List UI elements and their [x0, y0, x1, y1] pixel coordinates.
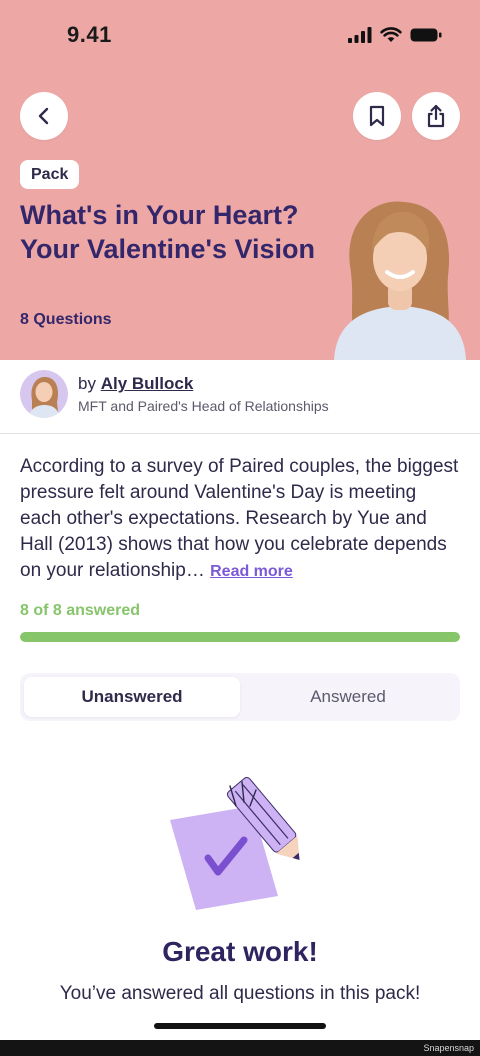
footer-bar [0, 1040, 480, 1056]
home-indicator [154, 1023, 326, 1029]
author-role: MFT and Paired's Head of Relationships [78, 398, 329, 414]
status-time: 9.41 [67, 22, 112, 47]
pack-badge: Pack [20, 160, 80, 189]
author-avatar[interactable] [20, 370, 68, 418]
progress-label: 8 of 8 answered [20, 602, 141, 619]
battery-icon [410, 28, 442, 42]
share-icon [427, 104, 445, 128]
author-by-prefix: by [78, 374, 96, 393]
empty-state-title: Great work! [162, 936, 318, 967]
author-portrait [334, 201, 466, 360]
watermark: Snapensnap [423, 1043, 474, 1053]
status-bar: 9.41 [0, 0, 480, 72]
pack-header: 9.41 Pack What's in Your Heart? Your Val… [0, 0, 480, 360]
bookmark-icon [369, 105, 385, 127]
signal-icon [348, 27, 372, 43]
pack-description: According to a survey of Paired couples,… [20, 454, 462, 585]
author-byline: by Aly Bullock [78, 374, 193, 394]
author-name-link[interactable]: Aly Bullock [101, 374, 194, 393]
pack-title: What's in Your Heart? Your Valentine's V… [20, 200, 316, 264]
question-count: 8 Questions [20, 311, 112, 328]
bookmark-button[interactable] [353, 92, 401, 140]
answer-filter-tabs: Unanswered Answered [20, 673, 460, 721]
status-icons [348, 26, 442, 44]
chevron-left-icon [38, 107, 49, 125]
read-more-link[interactable]: Read more [210, 563, 293, 580]
author-row: by Aly Bullock MFT and Paired's Head of … [0, 360, 480, 434]
share-button[interactable] [412, 92, 460, 140]
progress-bar [20, 632, 460, 642]
empty-state-subtitle: You’ve answered all questions in this pa… [59, 983, 421, 1004]
progress-fill [20, 632, 460, 642]
tab-unanswered[interactable]: Unanswered [24, 677, 240, 717]
back-button[interactable] [20, 92, 68, 140]
tab-answered[interactable]: Answered [240, 677, 456, 717]
checklist-illustration [170, 777, 300, 910]
wifi-icon [380, 27, 402, 42]
